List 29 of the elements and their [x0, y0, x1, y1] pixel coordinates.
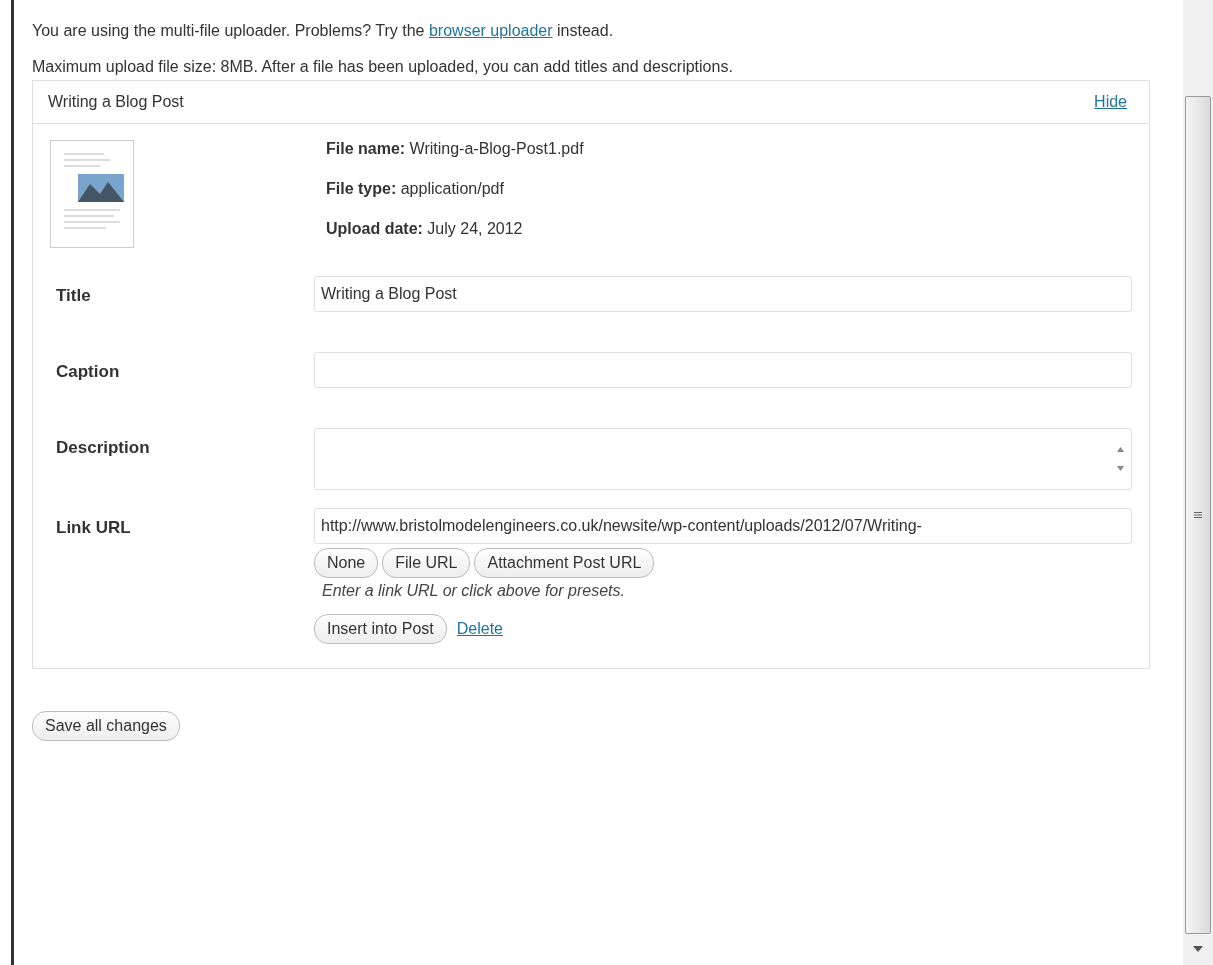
grip-icon — [1194, 511, 1202, 519]
file-detail-text: Upload date: July 24, 2012 — [326, 219, 524, 239]
field-label: Description — [55, 437, 151, 458]
field-label: Title — [55, 285, 92, 306]
browser-uploader-link[interactable]: browser uploader — [428, 22, 553, 39]
scroll-down-icon[interactable] — [1193, 946, 1203, 952]
save-all-changes-button[interactable]: Save all changes — [32, 711, 180, 741]
text-field[interactable] — [314, 352, 1132, 388]
uploader-notice: You are using the multi-file uploader. Problems? Try the browser uploader instead. — [32, 22, 615, 40]
preset-button[interactable]: None — [314, 548, 379, 578]
document-thumbnail-icon — [50, 140, 134, 248]
media-item-title: Writing a Blog Post — [48, 93, 184, 111]
field-label: Caption — [55, 361, 121, 382]
preset-button[interactable]: Attachment Post URL — [474, 548, 655, 578]
file-detail-text: File type: application/pdf — [326, 179, 505, 199]
scrollbar[interactable] — [1183, 0, 1213, 965]
scrollbar-thumb[interactable] — [1185, 96, 1211, 934]
file-detail-text: File name: Writing-a-Blog-Post1.pdf — [326, 139, 584, 159]
delete-link[interactable]: Delete — [456, 620, 503, 638]
upload-limits-text: Maximum upload file size: 8MB. After a file has been uploaded, you can add titles and descriptions. — [32, 58, 734, 76]
field-label: Link URL — [55, 517, 132, 538]
description-textarea[interactable] — [314, 428, 1132, 490]
link-url-field[interactable]: http://www.bristolmodelengineers.co.uk/newsite/wp-content/uploads/2012/07/Writing- — [314, 508, 1132, 544]
text-field[interactable]: Writing a Blog Post — [314, 276, 1132, 312]
hide-link[interactable]: Hide — [1094, 93, 1127, 111]
help-text: Enter a link URL or click above for presets. — [322, 582, 626, 600]
insert-into-post-button[interactable]: Insert into Post — [314, 614, 447, 644]
scroll-arrows-icon — [1116, 444, 1125, 474]
preset-button[interactable]: File URL — [382, 548, 471, 578]
